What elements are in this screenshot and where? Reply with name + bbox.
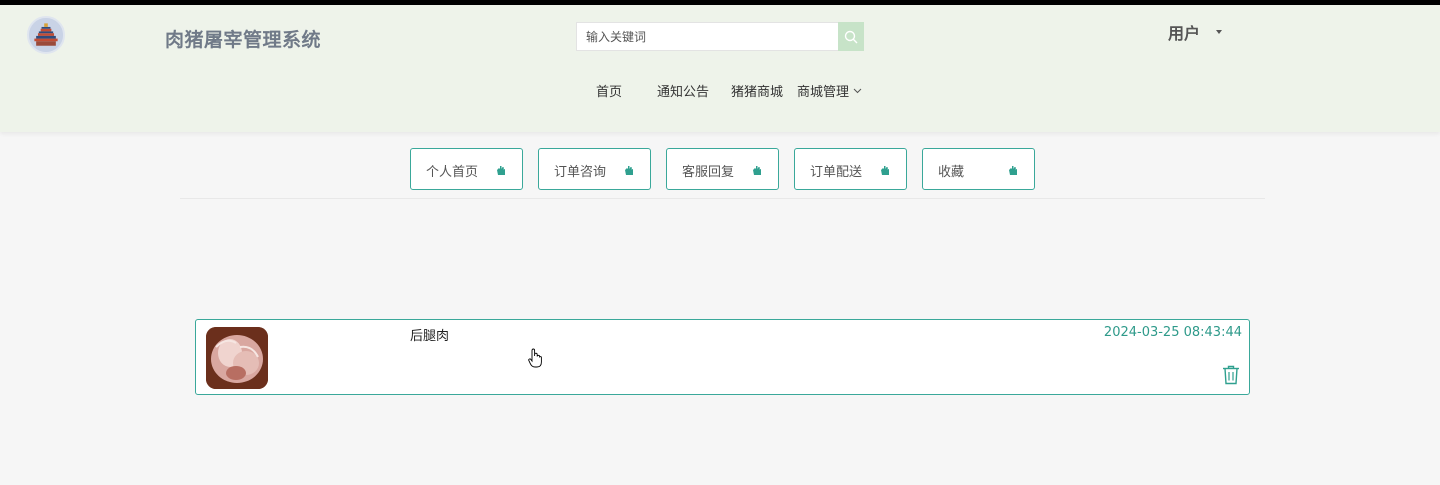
tab-order-inquiry[interactable]: 订单咨询	[538, 148, 651, 190]
hand-icon	[1009, 166, 1017, 175]
search-bar	[576, 22, 864, 51]
tab-label: 收藏	[938, 165, 965, 180]
user-menu[interactable]: 用户	[1168, 20, 1223, 44]
hand-icon	[625, 166, 633, 175]
nav-item-shop[interactable]: 猪猪商城	[731, 81, 783, 100]
trash-icon[interactable]	[1222, 365, 1240, 385]
hand-cursor-icon	[528, 348, 542, 368]
tab-label: 订单咨询	[554, 165, 607, 180]
nav-item-notices[interactable]: 通知公告	[657, 81, 709, 100]
site-title: 肉猪屠宰管理系统	[165, 29, 322, 51]
hand-icon	[753, 166, 761, 175]
search-input[interactable]	[576, 22, 838, 51]
nav-item-home[interactable]: 首页	[596, 81, 622, 100]
favorite-item[interactable]: 后腿肉 2024-03-25 08:43:44	[195, 319, 1250, 395]
temple-emblem-icon[interactable]	[27, 16, 65, 54]
main-nav: 首页 通知公告 猪猪商城 商城管理	[0, 81, 1440, 100]
favorite-item-time: 2024-03-25 08:43:44	[1103, 325, 1242, 340]
search-button[interactable]	[838, 22, 864, 51]
nav-item-shop-management-label: 商城管理	[797, 85, 850, 100]
user-menu-label: 用户	[1168, 24, 1201, 43]
search-icon	[844, 30, 858, 43]
tab-label: 客服回复	[682, 165, 735, 180]
tab-personal-home[interactable]: 个人首页	[410, 148, 523, 190]
caret-down-icon	[1216, 30, 1223, 34]
pork-meat-image[interactable]	[206, 327, 268, 389]
tab-favorites[interactable]: 收藏	[922, 148, 1035, 190]
nav-item-shop-management[interactable]: 商城管理	[797, 81, 862, 100]
tab-customer-service-reply[interactable]: 客服回复	[666, 148, 779, 190]
hand-icon	[497, 166, 505, 175]
favorite-item-name: 后腿肉	[410, 329, 450, 344]
chevron-down-icon	[853, 88, 862, 93]
hand-icon	[881, 166, 889, 175]
site-header: 肉猪屠宰管理系统 用户 首页 通知公告 猪猪商城 商城管理	[0, 5, 1440, 132]
profile-tabs: 个人首页 订单咨询 客服回复 订单配送 收藏	[0, 148, 1440, 190]
tab-label: 订单配送	[810, 165, 863, 180]
tab-order-delivery[interactable]: 订单配送	[794, 148, 907, 190]
divider	[180, 198, 1265, 199]
tab-label: 个人首页	[426, 165, 479, 180]
